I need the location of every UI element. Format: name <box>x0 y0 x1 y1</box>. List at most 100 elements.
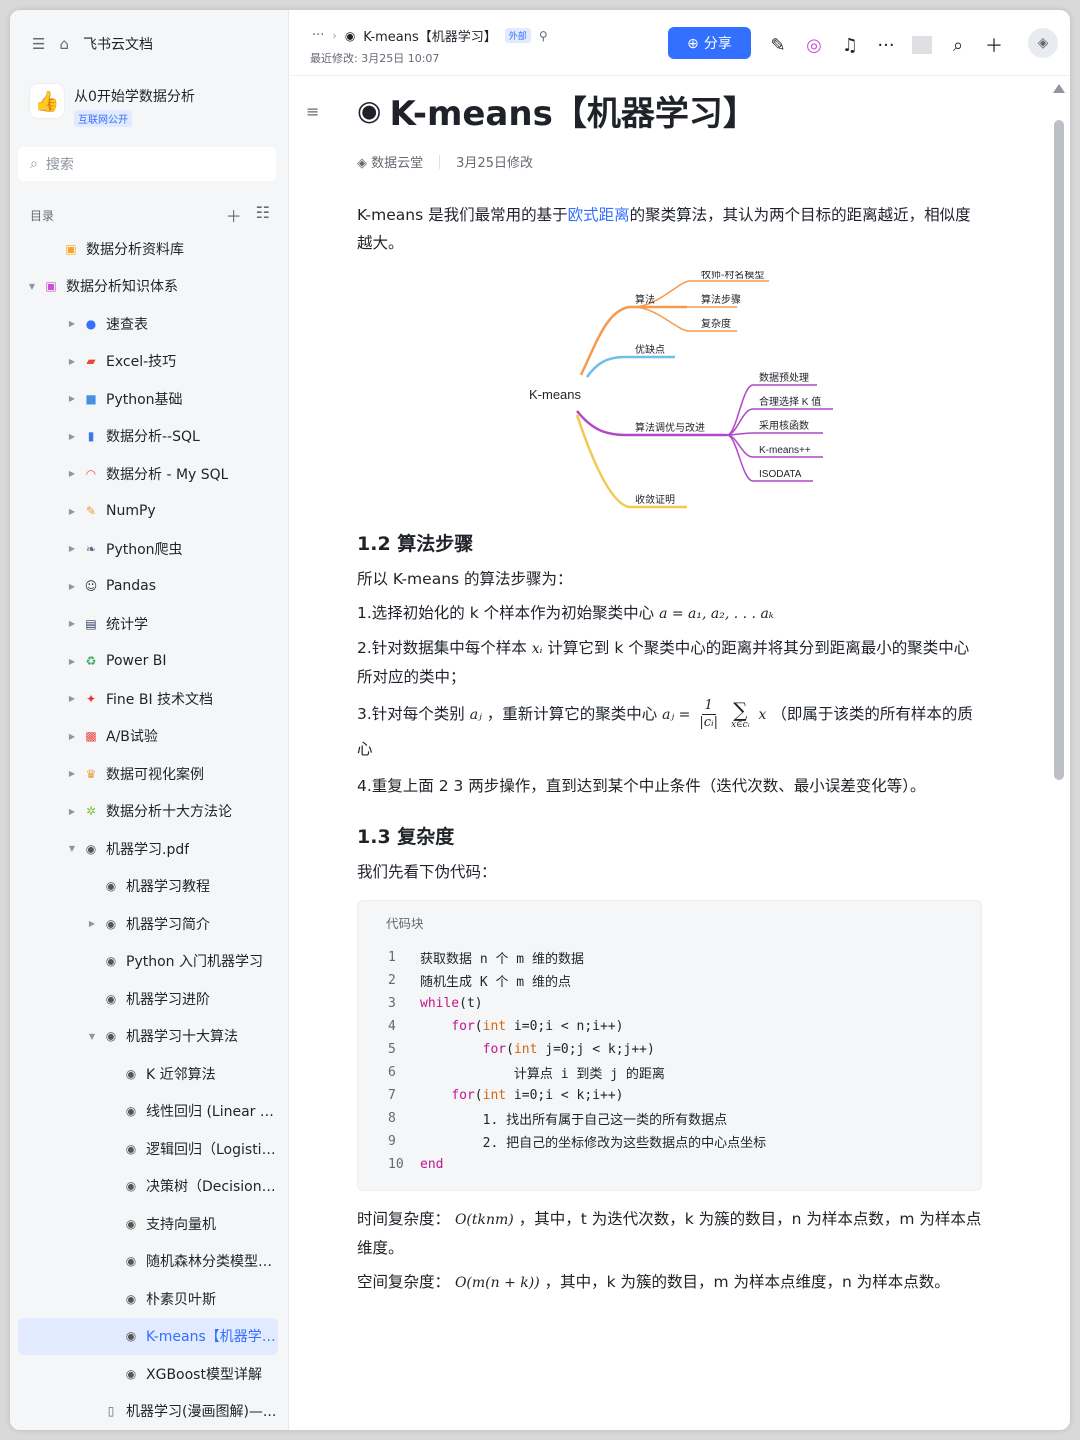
chevron-right-icon[interactable]: ▶ <box>66 432 78 441</box>
chevron-right-icon[interactable]: ▶ <box>66 544 78 553</box>
tree-item[interactable]: ▣ 数据分析资料库 <box>18 230 278 268</box>
chevron-right-icon[interactable]: ▶ <box>66 582 78 591</box>
mindmap-node-pre: 数据预处理 <box>759 371 809 384</box>
tree-item[interactable]: ◉ Python 入门机器学习 <box>18 943 278 981</box>
home-icon[interactable]: ⌂ <box>59 35 69 53</box>
tree-item[interactable]: ▶ ♻ Power BI <box>18 643 278 681</box>
add-icon[interactable]: ＋ <box>984 32 1004 58</box>
pin-icon[interactable]: ⚲ <box>539 29 548 43</box>
tree-item[interactable]: ◉ 决策树（Decision Tr... <box>18 1168 278 1206</box>
doc-icon: ▤ <box>85 616 97 631</box>
tree-item[interactable]: ◉ 逻辑回归（Logistic ... <box>18 1130 278 1168</box>
tree-item[interactable]: ▶ ◠ 数据分析 - My SQL <box>18 455 278 493</box>
line-number: 5 <box>388 1042 396 1057</box>
chevron-right-icon[interactable]: ▶ <box>66 732 78 741</box>
tree-item-label: 朴素贝叶斯 <box>146 1291 216 1308</box>
author[interactable]: ◈ 数据云堂 <box>357 152 423 171</box>
share-button[interactable]: ⊕ 分享 <box>668 27 751 59</box>
breadcrumb-title[interactable]: K-means【机器学习】 <box>363 26 497 45</box>
space-complexity-b: ，其中，k 为簇的数目，m 为样本点维度，n 为样本点数。 <box>544 1273 950 1291</box>
doc-header: ··· › ◉ K-means【机器学习】 外部 ⚲ 最近修改: 3月25日 1… <box>290 10 1070 76</box>
tree-item[interactable]: ▶ ▰ Excel-技巧 <box>18 343 278 381</box>
page-title-text: K-means【机器学习】 <box>389 93 757 134</box>
chevron-right-icon[interactable]: ▶ <box>66 357 78 366</box>
tree-item[interactable]: ▶ ■ Python基础 <box>18 380 278 418</box>
tree-item[interactable]: ▶ ✲ 数据分析十大方法论 <box>18 793 278 831</box>
chevron-right-icon[interactable]: ▶ <box>66 469 78 478</box>
tree-item[interactable]: ◉ 随机森林分类模型详... <box>18 1243 278 1281</box>
tree-item[interactable]: ◉ 机器学习教程 <box>18 868 278 906</box>
breadcrumb: ··· › ◉ K-means【机器学习】 外部 ⚲ <box>312 26 548 45</box>
search-icon[interactable]: ⌕ <box>948 35 968 56</box>
tree-item[interactable]: ◉ K 近邻算法 <box>18 1055 278 1093</box>
mindmap-node-kpp: K-means++ <box>759 445 811 456</box>
add-icon[interactable]: ＋ <box>226 203 242 227</box>
mindmap-node-steps: 算法步骤 <box>701 293 741 306</box>
home-label[interactable]: 飞书云文档 <box>83 34 153 54</box>
tree-item[interactable]: ▶ ▩ A/B试验 <box>18 718 278 756</box>
bell-icon[interactable]: ♫ <box>840 35 860 56</box>
tree-item[interactable]: ◉ K-means【机器学习】 <box>18 1317 278 1355</box>
tree-item-label: 随机森林分类模型详... <box>146 1254 278 1271</box>
scroll-up-icon[interactable] <box>1053 84 1065 93</box>
doc-icon: ☺ <box>84 579 98 594</box>
doc-body: ◉ K-means【机器学习】 ◈ 数据云堂 3月25日修改 K-means 是… <box>357 88 982 1297</box>
avatar[interactable]: ◈ <box>1028 28 1058 58</box>
chevron-down-icon[interactable]: ▼ <box>66 844 78 853</box>
tree-item[interactable]: ▶ ▮ 数据分析--SQL <box>18 418 278 456</box>
code-block[interactable]: 代码块 1 获取数据 n 个 m 维的数据 2 随机生成 K 个 m 维的点 3 whil… <box>357 900 982 1191</box>
tree-item[interactable]: ▼ ◉ 机器学习十大算法 <box>18 1018 278 1056</box>
tree-item[interactable]: ▶ ✦ Fine BI 技术文档 <box>18 680 278 718</box>
tree-item[interactable]: ◉ XGBoost模型详解 <box>18 1355 278 1393</box>
chevron-right-icon[interactable]: ▶ <box>66 319 78 328</box>
more-icon[interactable]: ··· <box>876 35 896 56</box>
doc-icon: ◉ <box>125 1179 137 1194</box>
chevron-right-icon[interactable]: ▶ <box>66 394 78 403</box>
tree-item[interactable]: ▶ ● 速查表 <box>18 305 278 343</box>
mindmap-node-pros: 优缺点 <box>635 343 665 356</box>
toolbar-divider <box>912 36 932 54</box>
thumbs-up-icon: 👍 <box>30 84 64 118</box>
ai-assistant-icon[interactable]: ◎ <box>804 35 824 56</box>
code-text: 随机生成 K 个 m 维的点 <box>420 975 571 990</box>
chevron-down-icon[interactable]: ▼ <box>86 1032 98 1041</box>
tree-item[interactable]: ▶ ◉ 机器学习简介 <box>18 905 278 943</box>
tree-item[interactable]: ▶ ♛ 数据可视化案例 <box>18 755 278 793</box>
euclidean-link[interactable]: 欧式距离 <box>568 206 630 224</box>
list-settings-icon[interactable]: ☷ <box>256 203 270 227</box>
tree-item[interactable]: ◉ 支持向量机 <box>18 1205 278 1243</box>
outline-icon[interactable]: ≡ <box>306 102 319 121</box>
tree-item[interactable]: ▼ ◉ 机器学习.pdf <box>18 830 278 868</box>
chevron-right-icon[interactable]: ▶ <box>66 694 78 703</box>
search-input[interactable]: ⌕ 搜索 <box>18 147 276 181</box>
chevron-right-icon[interactable]: ▶ <box>66 619 78 628</box>
code-text: while(t) <box>420 996 483 1011</box>
mindmap-node-tuning: 算法调优与改进 <box>635 421 705 434</box>
scrollbar[interactable] <box>1054 120 1064 780</box>
tree-item[interactable]: ◉ 朴素贝叶斯 <box>18 1280 278 1318</box>
chevron-right-icon[interactable]: ▶ <box>66 769 78 778</box>
code-line: 8 1. 找出所有属于自己这一类的所有数据点 <box>376 1107 963 1130</box>
wiki-header[interactable]: 👍 从0开始学数据分析 互联网公开 <box>30 84 195 127</box>
sum-symbol: ∑ <box>733 697 748 722</box>
tree-item[interactable]: ▯ 机器学习(漫画图解)—... <box>18 1393 278 1431</box>
breadcrumb-more[interactable]: ··· <box>312 28 324 43</box>
chevron-right-icon[interactable]: ▶ <box>66 807 78 816</box>
tree-item[interactable]: ▶ ☺ Pandas <box>18 568 278 606</box>
chevron-right-icon[interactable]: ▶ <box>86 919 98 928</box>
app-window: ☰ ⌂ 飞书云文档 👍 从0开始学数据分析 互联网公开 ⌕ 搜索 目录 ＋ ☷ … <box>10 10 1070 1430</box>
doc-icon: ◉ <box>85 841 97 856</box>
tree-item[interactable]: ▶ ❧ Python爬虫 <box>18 530 278 568</box>
collapse-sidebar-icon[interactable]: ☰ <box>32 35 45 53</box>
tree-item[interactable]: ▼ ▣ 数据分析知识体系 <box>18 268 278 306</box>
tree-item[interactable]: ▶ ✎ NumPy <box>18 493 278 531</box>
code-line: 3 while(t) <box>376 992 963 1015</box>
edit-icon[interactable]: ✎ <box>768 35 788 56</box>
code-text: for(int i=0;i < k;i++) <box>451 1088 624 1103</box>
chevron-right-icon[interactable]: ▶ <box>66 657 78 666</box>
tree-item[interactable]: ◉ 机器学习进阶 <box>18 980 278 1018</box>
tree-item[interactable]: ▶ ▤ 统计学 <box>18 605 278 643</box>
chevron-right-icon[interactable]: ▶ <box>66 507 78 516</box>
chevron-down-icon[interactable]: ▼ <box>26 282 38 291</box>
tree-item[interactable]: ◉ 线性回归 (Linear Re... <box>18 1093 278 1131</box>
